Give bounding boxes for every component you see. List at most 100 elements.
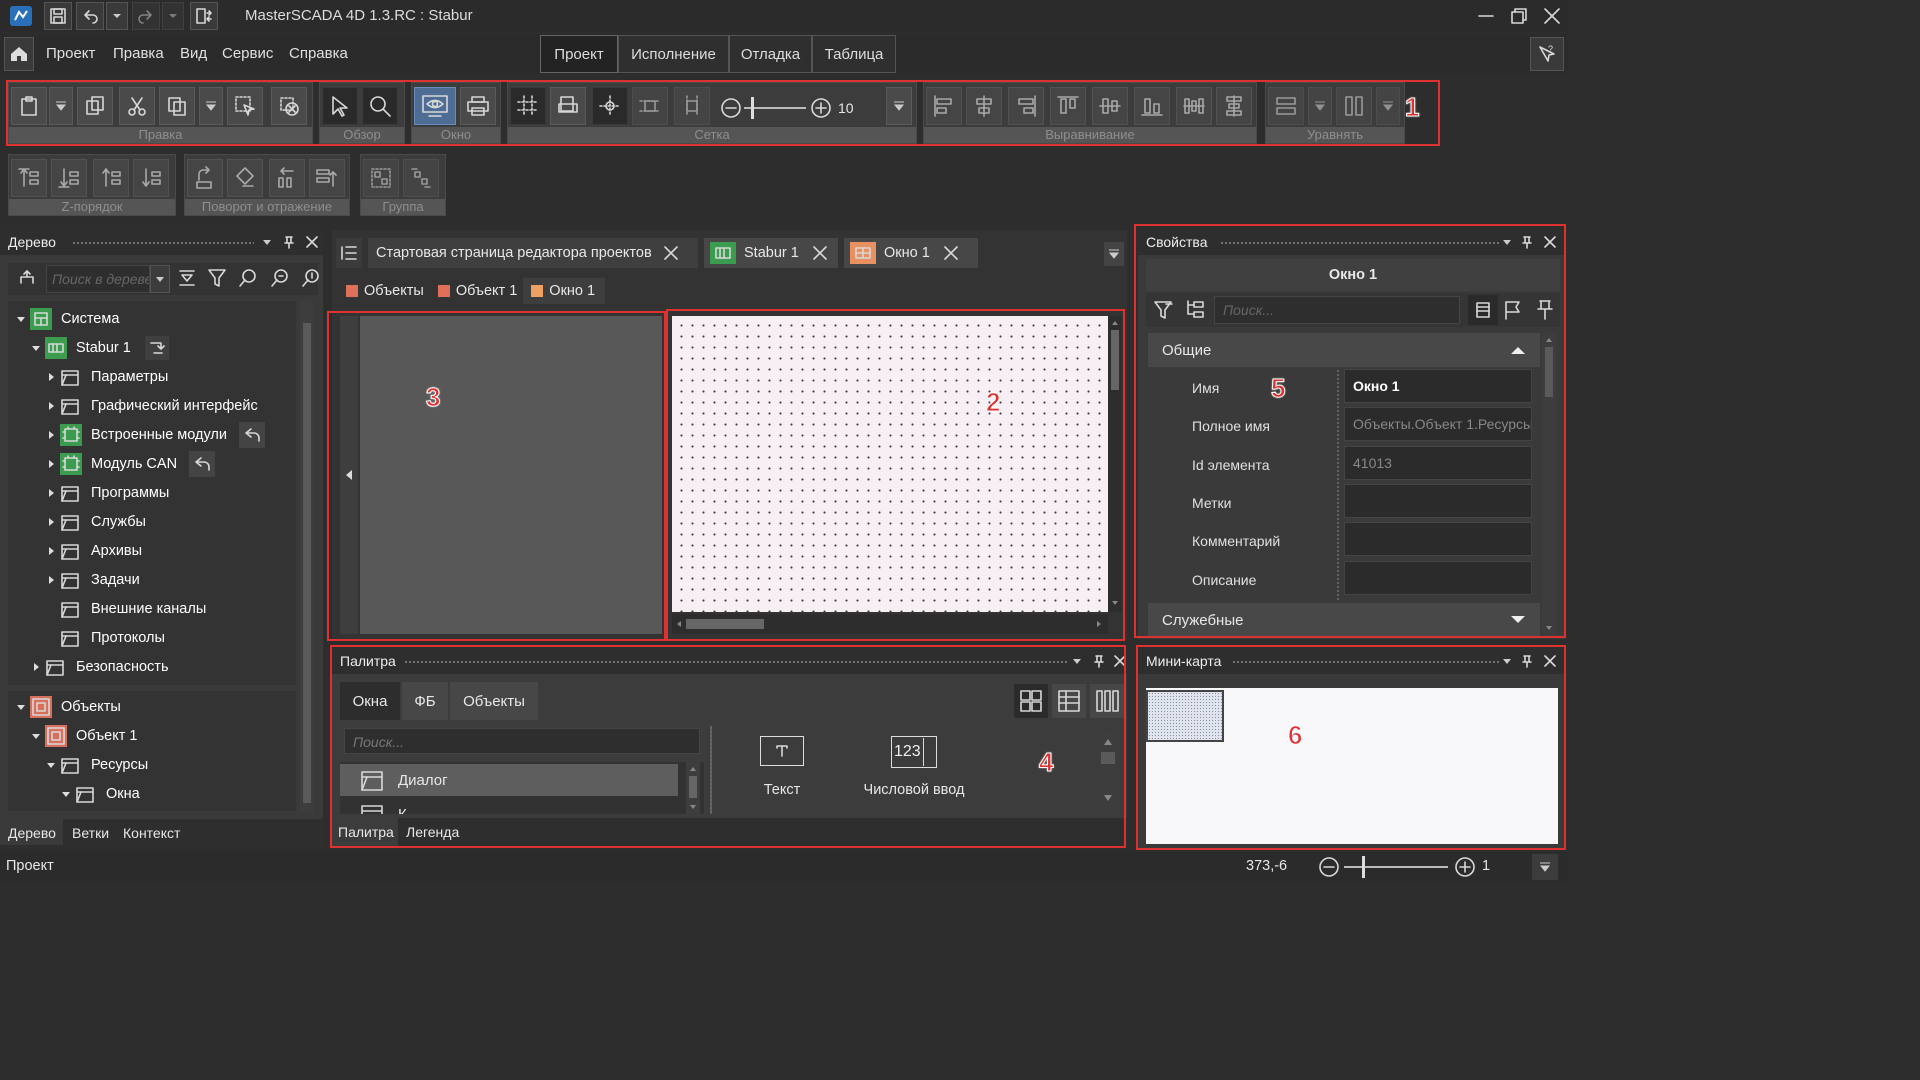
menu-view[interactable]: Вид bbox=[180, 45, 207, 62]
menu-service[interactable]: Сервис bbox=[222, 45, 273, 62]
tree-node-windows[interactable]: Окна bbox=[61, 780, 140, 808]
palette-item-partial[interactable]: К bbox=[340, 798, 678, 814]
tree-node-object-1[interactable]: Объект 1 bbox=[31, 722, 137, 750]
properties-search-input[interactable]: Поиск... bbox=[1214, 296, 1460, 324]
print-icon[interactable] bbox=[460, 87, 496, 125]
equal-height-icon[interactable] bbox=[1268, 87, 1304, 125]
tab-start-page[interactable]: Стартовая страница редактора проектов bbox=[368, 238, 698, 268]
palette-tab-windows[interactable]: Окна bbox=[340, 682, 400, 720]
tabs-dropdown-icon[interactable] bbox=[1104, 242, 1124, 266]
tab-stabur[interactable]: Stabur 1 bbox=[704, 238, 838, 268]
back-arrow-icon[interactable] bbox=[238, 422, 265, 448]
align-right-icon[interactable] bbox=[1008, 87, 1044, 125]
find-next-icon[interactable] bbox=[269, 267, 291, 289]
flip-vertical-icon[interactable] bbox=[309, 159, 345, 197]
collapse-side-strip[interactable] bbox=[340, 316, 358, 634]
save-icon[interactable] bbox=[44, 2, 72, 30]
prop-value-name[interactable]: Окно 1 bbox=[1344, 369, 1532, 403]
grid-zoom-thumb[interactable] bbox=[751, 97, 754, 119]
palette-list-scrollbar[interactable] bbox=[686, 762, 700, 814]
tree-node-services[interactable]: Службы bbox=[46, 508, 146, 536]
close-panel-icon[interactable] bbox=[306, 236, 318, 248]
align-top-icon[interactable] bbox=[1050, 87, 1086, 125]
zoom-in-icon[interactable] bbox=[810, 97, 832, 119]
collapse-icon[interactable] bbox=[1510, 345, 1526, 355]
close-panel-icon[interactable] bbox=[1544, 236, 1556, 248]
select-all-icon[interactable] bbox=[227, 87, 263, 125]
breadcrumb-object-1[interactable]: Объект 1 bbox=[456, 283, 517, 299]
tree-node-archives[interactable]: Архивы bbox=[46, 537, 142, 565]
flag-icon[interactable] bbox=[1502, 299, 1524, 321]
list-view-icon[interactable] bbox=[1468, 295, 1498, 325]
equal-width-dropdown-icon[interactable] bbox=[1376, 87, 1400, 125]
canvas-hscrollbar[interactable] bbox=[672, 614, 1108, 634]
back-arrow-icon[interactable] bbox=[189, 451, 216, 477]
run-icon[interactable] bbox=[144, 336, 169, 360]
minimap-canvas[interactable] bbox=[1146, 688, 1558, 844]
tab-palette[interactable]: Палитра bbox=[332, 818, 398, 846]
prop-value-id[interactable]: 41013 bbox=[1344, 446, 1532, 480]
snap-objects-icon[interactable] bbox=[632, 87, 668, 125]
duplicate-dropdown-icon[interactable] bbox=[199, 87, 223, 125]
cut-icon[interactable] bbox=[119, 87, 155, 125]
equal-height-dropdown-icon[interactable] bbox=[1308, 87, 1332, 125]
design-canvas[interactable] bbox=[672, 316, 1108, 612]
home-icon[interactable] bbox=[4, 37, 34, 71]
preview-icon[interactable] bbox=[414, 87, 456, 125]
expand-icon[interactable] bbox=[1510, 615, 1526, 625]
tree-node-params[interactable]: Параметры bbox=[46, 363, 168, 391]
undo-icon[interactable] bbox=[76, 2, 104, 30]
context-help-icon[interactable]: ? bbox=[1530, 37, 1564, 71]
duplicate-icon[interactable] bbox=[159, 87, 195, 125]
find-prev-icon[interactable] bbox=[300, 267, 322, 289]
palette-item-dialog[interactable]: Диалог bbox=[340, 764, 678, 796]
palette-element-numeric-input[interactable]: 123 Числовой ввод bbox=[856, 736, 972, 808]
tree-options-icon[interactable] bbox=[12, 265, 42, 293]
tree-search-input[interactable]: Поиск в дереве bbox=[46, 265, 150, 293]
undo-dropdown-icon[interactable] bbox=[106, 2, 128, 30]
menu-help[interactable]: Справка bbox=[289, 45, 348, 62]
pin-icon[interactable] bbox=[1094, 654, 1104, 668]
pin-properties-icon[interactable] bbox=[1534, 299, 1556, 321]
zoom-slider[interactable] bbox=[1344, 866, 1448, 868]
pin-icon[interactable] bbox=[284, 235, 294, 249]
breadcrumb-objects[interactable]: Объекты bbox=[364, 283, 424, 299]
zoom-in-icon[interactable] bbox=[1454, 856, 1476, 878]
statusbar-dropdown-icon[interactable] bbox=[1532, 854, 1558, 880]
delete-icon[interactable] bbox=[271, 87, 307, 125]
categorize-icon[interactable] bbox=[1184, 299, 1206, 321]
restore-icon[interactable] bbox=[1509, 6, 1529, 26]
distribute-horizontal-icon[interactable] bbox=[1176, 87, 1212, 125]
panel-menu-icon[interactable] bbox=[1072, 657, 1082, 665]
equal-width-icon[interactable] bbox=[1336, 87, 1372, 125]
tab-debug[interactable]: Отладка bbox=[729, 35, 812, 73]
bring-to-front-icon[interactable] bbox=[11, 159, 47, 197]
grid-more-icon[interactable] bbox=[886, 87, 912, 125]
grid-settings-icon[interactable] bbox=[550, 87, 586, 125]
tree-node-security[interactable]: Безопасность bbox=[31, 653, 169, 681]
tree-node-tasks[interactable]: Задачи bbox=[46, 566, 140, 594]
palette-search-input[interactable]: Поиск... bbox=[344, 728, 700, 754]
view-tiles-icon[interactable] bbox=[1014, 684, 1048, 718]
group-icon[interactable] bbox=[363, 159, 399, 197]
switch-project-icon[interactable] bbox=[190, 2, 218, 30]
distribute-vertical-icon[interactable] bbox=[1216, 87, 1252, 125]
redo-dropdown-icon[interactable] bbox=[162, 2, 184, 30]
tab-branches[interactable]: Ветки bbox=[72, 825, 109, 841]
close-panel-icon[interactable] bbox=[1544, 655, 1556, 667]
flip-horizontal-icon[interactable] bbox=[269, 159, 305, 197]
close-panel-icon[interactable] bbox=[1114, 655, 1126, 667]
section-general[interactable]: Общие bbox=[1148, 333, 1540, 367]
pointer-tool-icon[interactable] bbox=[322, 87, 358, 125]
minimize-icon[interactable] bbox=[1476, 6, 1496, 26]
close-tab-icon[interactable] bbox=[813, 246, 827, 260]
tree-node-stabur[interactable]: Stabur 1 bbox=[31, 334, 169, 362]
paste-icon[interactable] bbox=[11, 87, 47, 125]
view-columns-icon[interactable] bbox=[1090, 684, 1124, 718]
snap-to-grid-icon[interactable] bbox=[592, 87, 628, 125]
tree-node-can-module[interactable]: Модуль CAN bbox=[46, 450, 216, 478]
prop-value-description[interactable] bbox=[1344, 561, 1532, 595]
section-service[interactable]: Служебные bbox=[1148, 603, 1540, 637]
prop-value-full-name[interactable]: Объекты.Объект 1.Ресурсы bbox=[1344, 407, 1532, 441]
find-icon[interactable] bbox=[237, 267, 259, 289]
